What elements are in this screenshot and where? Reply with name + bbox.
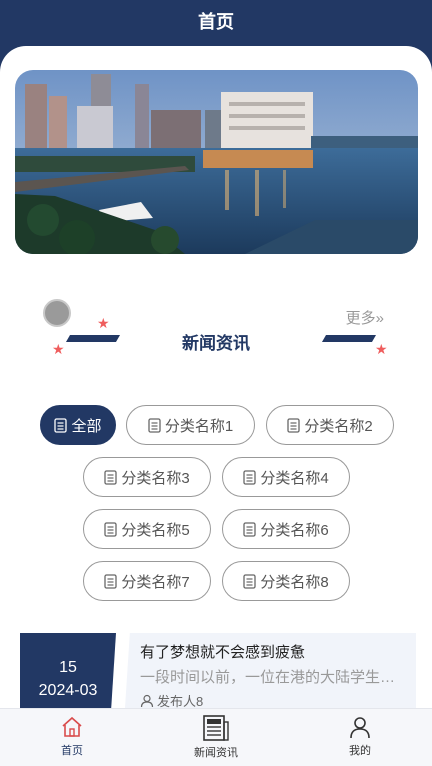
section-title: 新闻资讯 bbox=[182, 334, 250, 353]
date-year-month: 2024-03 bbox=[38, 682, 98, 699]
tab-label: 首页 bbox=[61, 745, 83, 757]
category-chip-label: 分类名称4 bbox=[260, 469, 329, 487]
category-chip-label: 全部 bbox=[71, 417, 102, 435]
category-chip-label: 分类名称8 bbox=[260, 573, 329, 591]
category-chip-all[interactable]: 全部 bbox=[40, 405, 116, 445]
category-chip[interactable]: 分类名称8 bbox=[222, 561, 350, 601]
page-title: 首页 bbox=[0, 0, 432, 46]
category-chip[interactable]: 分类名称7 bbox=[83, 561, 211, 601]
category-chip-label: 分类名称3 bbox=[121, 469, 190, 487]
star-icon: ★ bbox=[97, 315, 110, 331]
bottom-tab-bar: 首页 新闻资讯 我的 bbox=[0, 708, 432, 766]
tab-label: 新闻资讯 bbox=[194, 747, 238, 759]
category-chip-label: 分类名称6 bbox=[260, 521, 329, 539]
tab-news[interactable]: 新闻资讯 bbox=[144, 709, 288, 766]
more-link[interactable]: 更多» bbox=[346, 307, 384, 328]
newspaper-icon bbox=[203, 715, 229, 741]
document-icon bbox=[243, 573, 256, 589]
news-list-item[interactable]: 15 2024-03 有了梦想就不会感到疲惫 一段时间以前，一位在港的大陆学生跟… bbox=[0, 630, 432, 723]
document-icon bbox=[148, 417, 161, 433]
category-chip[interactable]: 分类名称5 bbox=[83, 509, 211, 549]
main-content: ★ ★ ★ 新闻资讯 更多» 全部 分类名称1 分类名称2 分类名称3 分类名称4 分类名… bbox=[0, 46, 432, 766]
news-title: 有了梦想就不会感到疲惫 bbox=[140, 644, 306, 661]
category-chip[interactable]: 分类名称6 bbox=[222, 509, 350, 549]
news-summary: 一段时间以前，一位在港的大陆学生跟我说，他在香港打拼得很辛苦 bbox=[140, 669, 402, 686]
category-chip[interactable]: 分类名称1 bbox=[126, 405, 255, 445]
tab-home[interactable]: 首页 bbox=[0, 709, 144, 766]
document-icon bbox=[104, 469, 117, 485]
date-day: 15 bbox=[59, 659, 77, 676]
city-waterfront-image bbox=[15, 70, 418, 254]
home-icon bbox=[62, 716, 82, 737]
section-header: ★ ★ ★ 新闻资讯 更多» bbox=[0, 296, 432, 366]
tab-label: 我的 bbox=[349, 745, 371, 757]
more-label: 更多 bbox=[345, 310, 376, 327]
category-chip-label: 分类名称5 bbox=[121, 521, 190, 539]
document-icon bbox=[243, 521, 256, 537]
document-icon bbox=[54, 417, 68, 433]
document-icon bbox=[287, 417, 300, 433]
tab-profile[interactable]: 我的 bbox=[288, 709, 432, 766]
double-chevron-right-icon: » bbox=[375, 310, 384, 327]
document-icon bbox=[243, 469, 256, 485]
decor-circle bbox=[43, 299, 71, 327]
document-icon bbox=[104, 573, 117, 589]
category-chip[interactable]: 分类名称2 bbox=[266, 405, 394, 445]
document-icon bbox=[104, 521, 117, 537]
banner-image[interactable] bbox=[15, 70, 418, 254]
person-icon bbox=[350, 717, 370, 739]
category-chip-label: 分类名称2 bbox=[304, 417, 373, 435]
category-chip-label: 分类名称1 bbox=[164, 417, 234, 435]
category-chip[interactable]: 分类名称4 bbox=[222, 457, 350, 497]
category-chip[interactable]: 分类名称3 bbox=[83, 457, 211, 497]
category-chip-label: 分类名称7 bbox=[121, 573, 190, 591]
user-icon bbox=[140, 694, 154, 707]
